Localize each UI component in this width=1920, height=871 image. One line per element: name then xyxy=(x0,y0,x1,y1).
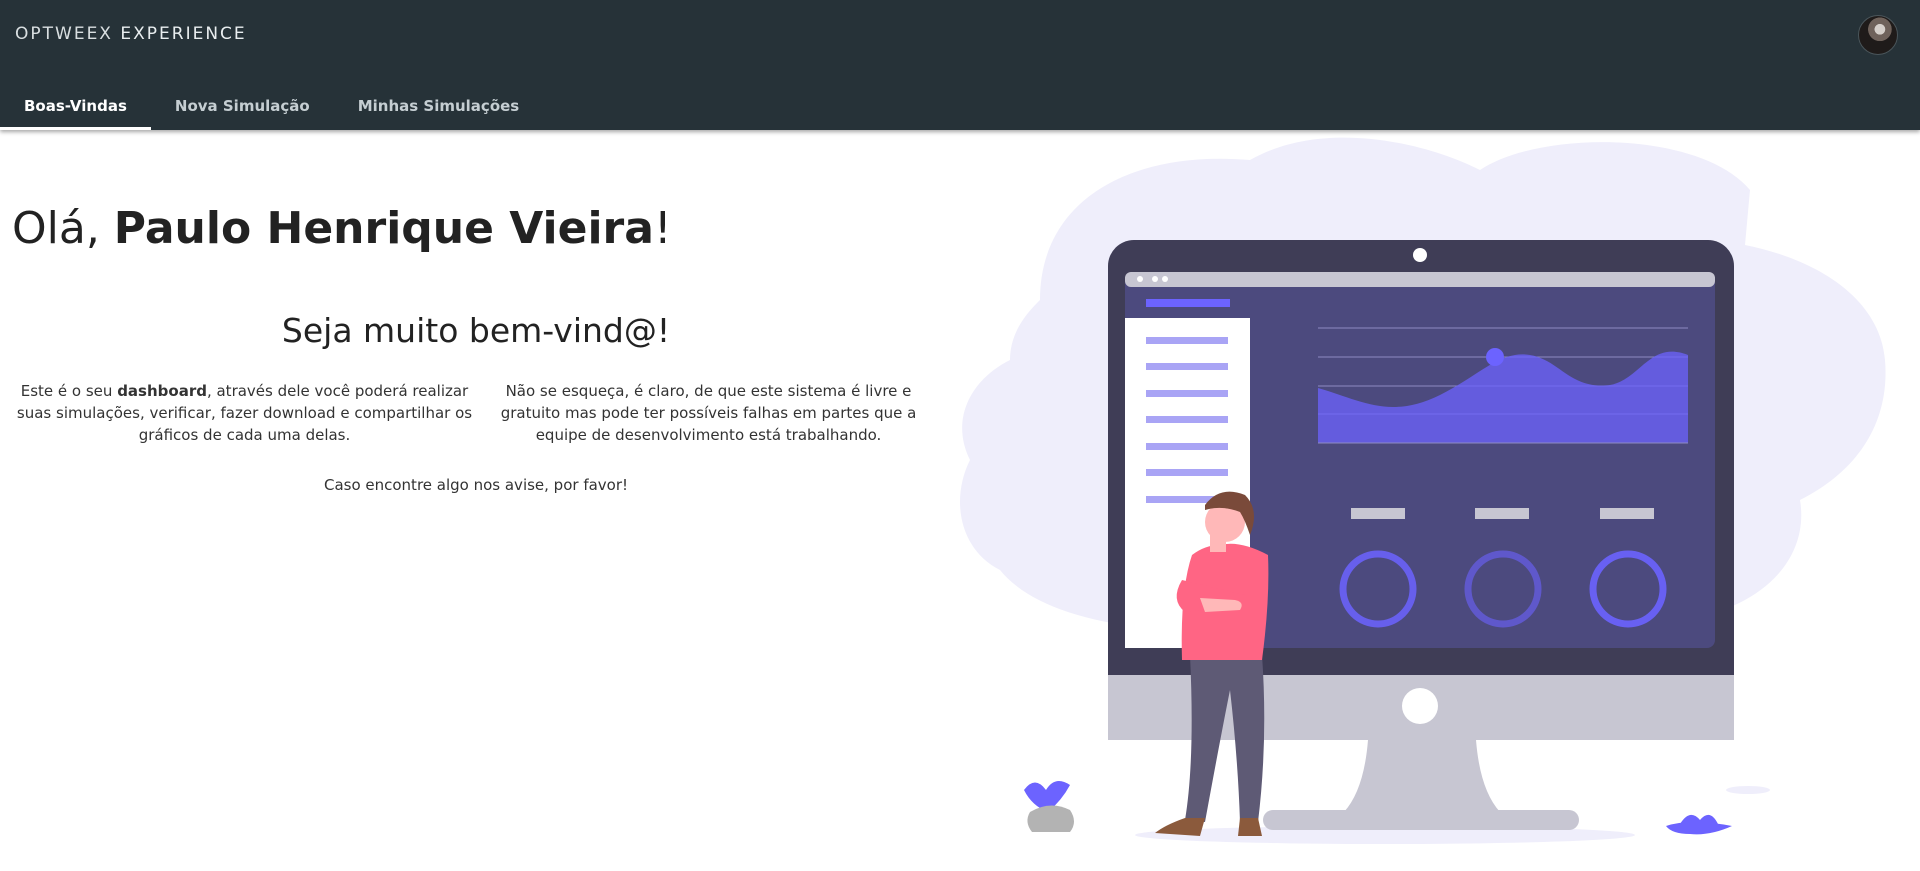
browser-bar xyxy=(1125,272,1715,287)
monitor-stand xyxy=(1344,740,1500,812)
tab-minhas-simulacoes[interactable]: Minhas Simulações xyxy=(334,85,544,130)
brand-bold: EXPERIENCE xyxy=(120,24,247,44)
small-shadow xyxy=(1726,786,1770,794)
user-avatar[interactable] xyxy=(1858,15,1898,55)
rock xyxy=(1027,805,1074,832)
top-app-bar: OPTWEEX EXPERIENCE Boas-Vindas Nova Simu… xyxy=(0,0,1920,130)
brand-light: OPTWEEX xyxy=(15,24,113,44)
tab-nova-simulacao[interactable]: Nova Simulação xyxy=(151,85,334,130)
chart-point xyxy=(1486,348,1504,366)
tab-boas-vindas[interactable]: Boas-Vindas xyxy=(0,85,151,130)
brand-logo[interactable]: OPTWEEX EXPERIENCE xyxy=(15,24,247,44)
screen-header-bar xyxy=(1146,299,1230,307)
camera xyxy=(1413,248,1427,262)
dashboard-illustration xyxy=(960,137,1886,844)
main-tabs: Boas-Vindas Nova Simulação Minhas Simula… xyxy=(0,85,543,130)
stand-base xyxy=(1263,810,1579,830)
power-button xyxy=(1402,688,1438,724)
